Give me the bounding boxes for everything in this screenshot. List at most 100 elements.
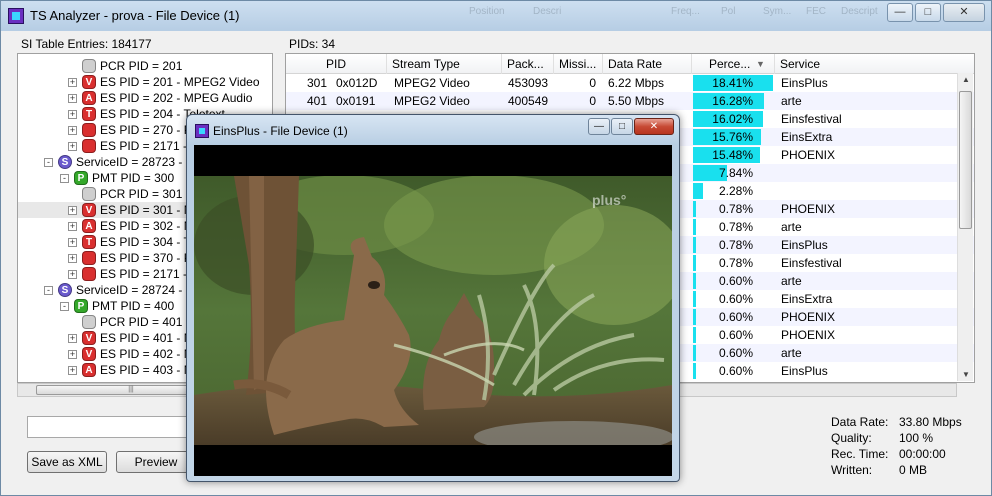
tree-node-label: PCR PID = 401: [100, 315, 183, 329]
expand-icon[interactable]: +: [68, 238, 77, 247]
scroll-down-arrow-icon[interactable]: ▼: [962, 370, 970, 379]
cell-percent: 0.60%: [718, 328, 753, 342]
tree-node-label: ES PID = 202 - MPEG Audio: [100, 91, 253, 105]
col-header-stream-type[interactable]: Stream Type: [392, 57, 460, 71]
cell-percent: 0.78%: [718, 256, 753, 270]
cell-percent: 0.60%: [718, 364, 753, 378]
title-bar[interactable]: TS Analyzer - prova - File Device (1) Po…: [1, 1, 991, 31]
col-header-percent[interactable]: Perce...: [709, 57, 750, 71]
expand-icon[interactable]: +: [68, 254, 77, 263]
cell-percent: 0.60%: [718, 292, 753, 306]
channel-logo: plus°: [592, 192, 626, 208]
expand-icon[interactable]: +: [68, 222, 77, 231]
cell-data-rate: 6.22 Mbps: [608, 76, 665, 90]
col-header-packets[interactable]: Pack...: [507, 57, 544, 71]
filter-input[interactable]: [27, 416, 207, 438]
stat-label: Rec. Time:: [831, 447, 889, 461]
player-caption-buttons: — □ ✕: [587, 118, 674, 135]
expand-icon[interactable]: +: [68, 350, 77, 359]
pid-type-icon: A: [82, 219, 96, 233]
pid-type-icon: P: [74, 171, 88, 185]
col-header-missing[interactable]: Missi...: [559, 57, 596, 71]
save-as-xml-button[interactable]: Save as XML: [27, 451, 107, 473]
sort-down-icon[interactable]: ▼: [756, 59, 765, 69]
pid-type-icon: [82, 251, 96, 265]
preview-button[interactable]: Preview: [116, 451, 196, 473]
expand-icon[interactable]: +: [68, 142, 77, 151]
window-title: TS Analyzer - prova - File Device (1): [30, 8, 240, 23]
caption-buttons: — □ ✕: [885, 3, 985, 22]
expand-icon[interactable]: +: [68, 94, 77, 103]
tree-node-label: ServiceID = 28724 - a: [76, 283, 193, 297]
cell-percent: 0.60%: [718, 310, 753, 324]
col-header-service[interactable]: Service: [780, 57, 820, 71]
pid-type-icon: [82, 315, 96, 329]
preview-player-window[interactable]: EinsPlus - File Device (1) — □ ✕ plus°: [186, 114, 680, 482]
video-picture-wallabies: plus°: [194, 145, 672, 476]
pid-table-header: PID Stream Type Pack... Missi... Data Ra…: [286, 54, 974, 74]
table-vertical-scrollbar[interactable]: ▲ ▼: [957, 73, 973, 381]
tree-node[interactable]: PCR PID = 201: [18, 58, 272, 74]
cell-service: PHOENIX: [781, 148, 836, 162]
cell-service: EinsPlus: [781, 238, 828, 252]
col-header-data-rate[interactable]: Data Rate: [608, 57, 662, 71]
expand-icon[interactable]: +: [68, 126, 77, 135]
col-header-pid[interactable]: PID: [326, 57, 346, 71]
player-title: EinsPlus - File Device (1): [213, 124, 348, 138]
collapse-icon[interactable]: -: [60, 174, 69, 183]
tree-node-label: ES PID = 270 - P: [100, 123, 192, 137]
tree-node[interactable]: + V ES PID = 201 - MPEG2 Video: [18, 74, 272, 90]
expand-icon[interactable]: +: [68, 78, 77, 87]
expand-icon[interactable]: +: [68, 366, 77, 375]
pid-type-icon: S: [58, 155, 72, 169]
cell-service: arte: [781, 94, 802, 108]
tree-node[interactable]: + A ES PID = 202 - MPEG Audio: [18, 90, 272, 106]
cell-percent: 16.02%: [712, 112, 753, 126]
pid-type-icon: [82, 139, 96, 153]
pid-type-icon: [82, 59, 96, 73]
cell-percent: 0.60%: [718, 346, 753, 360]
expand-icon[interactable]: +: [68, 334, 77, 343]
table-row[interactable]: 301 0x012D MPEG2 Video 453093 0 6.22 Mbps 18.4…: [286, 74, 974, 92]
cell-percent: 16.28%: [712, 94, 753, 108]
app-icon: [195, 124, 209, 138]
collapse-icon[interactable]: -: [44, 158, 53, 167]
minimize-button[interactable]: —: [887, 3, 913, 22]
cell-missing: 0: [589, 76, 596, 90]
cell-data-rate: 5.50 Mbps: [608, 94, 665, 108]
pid-type-icon: S: [58, 283, 72, 297]
player-close-button[interactable]: ✕: [634, 118, 674, 135]
tree-node-label: PCR PID = 201: [100, 59, 183, 73]
tree-node-label: ES PID = 304 - T: [100, 235, 191, 249]
player-maximize-button[interactable]: □: [611, 118, 633, 135]
stat-value-data-rate: 33.80 Mbps: [899, 415, 962, 429]
cell-service: EinsPlus: [781, 76, 828, 90]
cell-percent: 15.76%: [712, 130, 753, 144]
tree-node-label: PCR PID = 301: [100, 187, 183, 201]
collapse-icon[interactable]: -: [60, 302, 69, 311]
scroll-up-arrow-icon[interactable]: ▲: [962, 75, 970, 84]
tree-node-label: ES PID = 201 - MPEG2 Video: [100, 75, 260, 89]
cell-percent: 0.78%: [718, 220, 753, 234]
pid-type-icon: T: [82, 235, 96, 249]
bg-header-freq: Freq...: [671, 6, 700, 17]
close-button[interactable]: ✕: [943, 3, 985, 22]
bg-header-descri: Descri: [533, 6, 562, 17]
expand-icon[interactable]: +: [68, 270, 77, 279]
collapse-icon[interactable]: -: [44, 286, 53, 295]
table-row[interactable]: 401 0x0191 MPEG2 Video 400549 0 5.50 Mbps 16.2…: [286, 92, 974, 110]
bg-header-fec: FEC: [806, 6, 826, 17]
cell-percent: 7.84%: [718, 166, 753, 180]
cell-service: EinsExtra: [781, 292, 833, 306]
stat-value-rec-time: 00:00:00: [899, 447, 946, 461]
app-icon: [8, 8, 24, 24]
expand-icon[interactable]: +: [68, 206, 77, 215]
pids-count-label: PIDs: 34: [289, 37, 336, 51]
pid-type-icon: V: [82, 75, 96, 89]
pid-type-icon: V: [82, 203, 96, 217]
scroll-thumb[interactable]: [959, 91, 972, 229]
player-minimize-button[interactable]: —: [588, 118, 610, 135]
maximize-button[interactable]: □: [915, 3, 941, 22]
expand-icon[interactable]: +: [68, 110, 77, 119]
cell-percent: 2.28%: [718, 184, 753, 198]
